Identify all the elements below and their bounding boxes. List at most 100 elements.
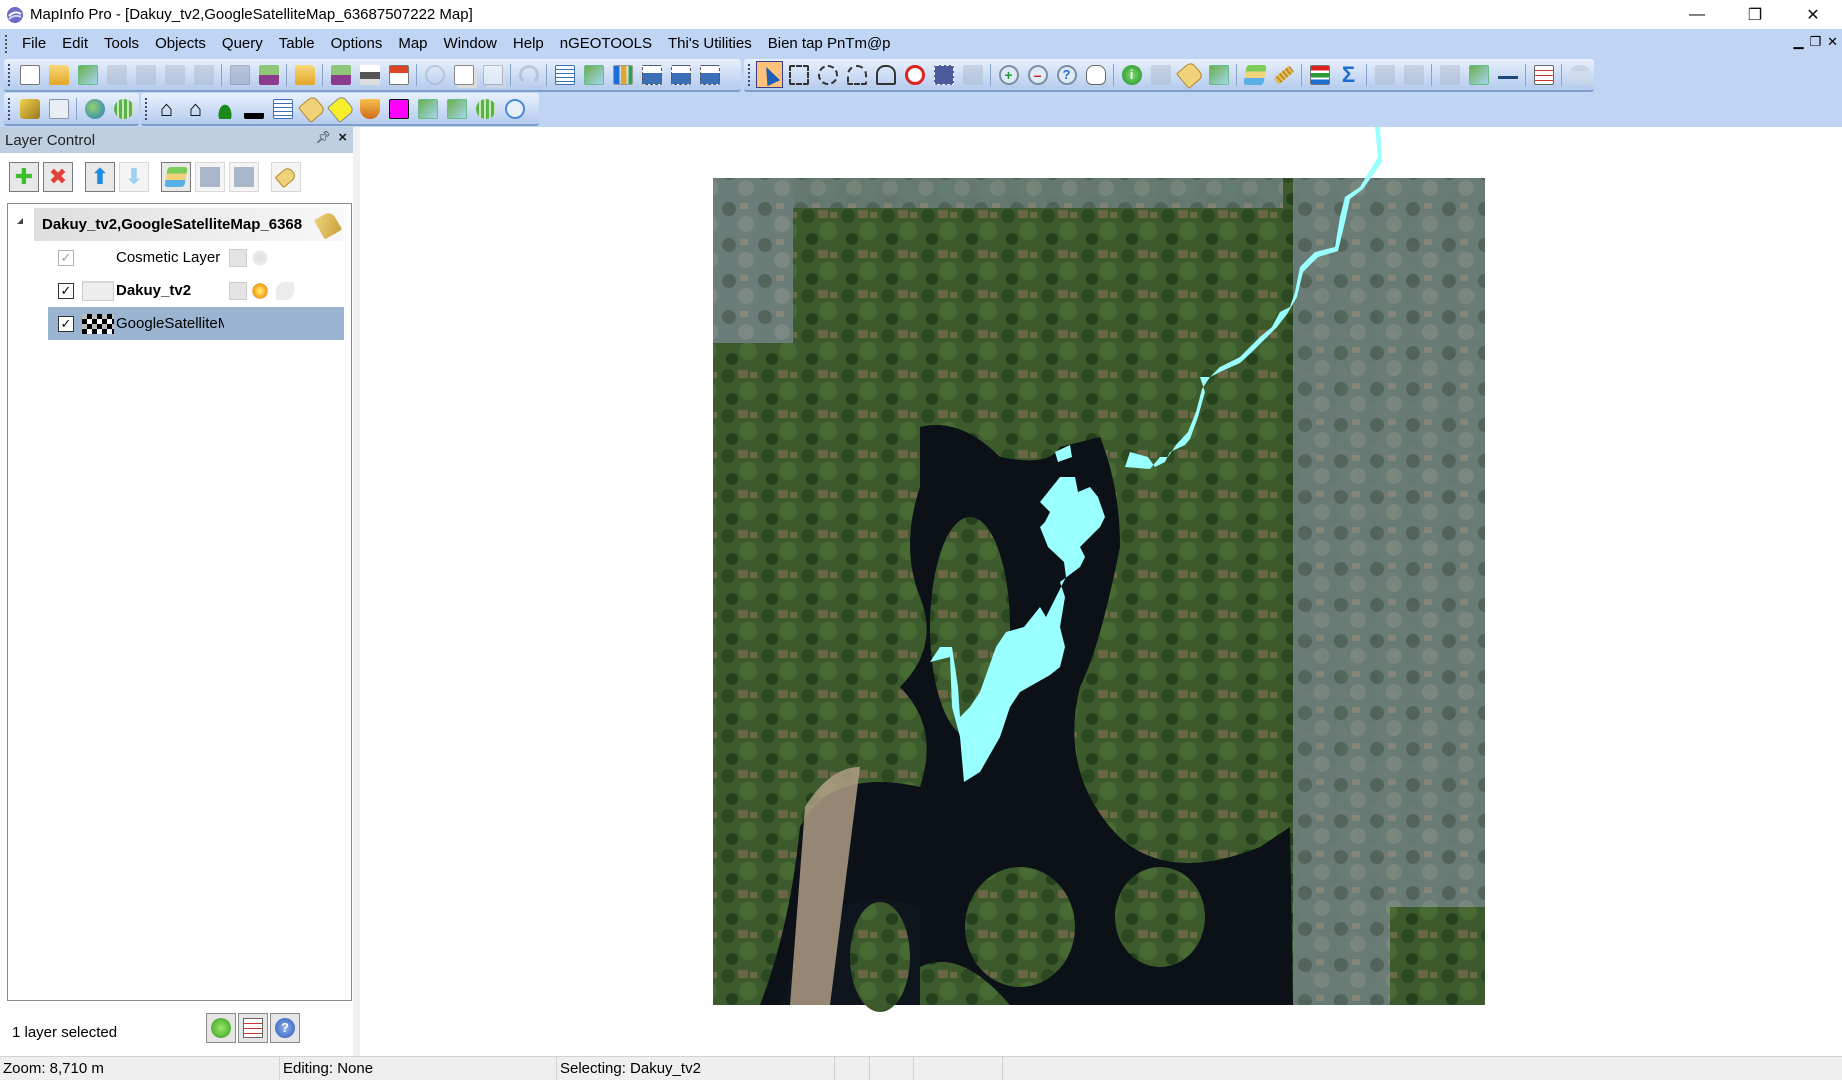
map-group-row[interactable]: Dakuy_tv2,GoogleSatelliteMap_6368 [34,208,344,241]
new-browser-button[interactable] [551,61,578,88]
change-view-button[interactable] [1053,61,1080,88]
new-mapper-button[interactable] [580,61,607,88]
grabber-button[interactable] [1082,61,1109,88]
invert-selection-button[interactable] [930,61,957,88]
menu-objects[interactable]: Objects [147,29,214,58]
new-layout-button[interactable] [638,61,665,88]
menu-window[interactable]: Window [436,29,505,58]
mdi-close-icon[interactable]: ✕ [1827,34,1838,50]
layout-window-button[interactable] [696,61,723,88]
layer-properties-button[interactable] [161,162,191,192]
menu-map[interactable]: Map [390,29,435,58]
minimize-button[interactable]: — [1668,0,1726,29]
house-tool-button[interactable] [153,95,180,122]
selectable-icon[interactable] [251,248,269,267]
globe-green-button[interactable] [472,95,499,122]
collapse-triangle-icon[interactable] [17,218,23,224]
scale-bar-button[interactable] [1494,61,1521,88]
status-selecting[interactable]: Selecting: Dakuy_tv2 [557,1057,835,1080]
menu-options[interactable]: Options [323,29,391,58]
editable-pencil-icon[interactable] [229,248,247,267]
remove-layer-button[interactable]: ✖ [43,162,73,192]
layer-row-dakuy[interactable]: ✓ Dakuy_tv2 [48,274,344,307]
shield-tool-button[interactable] [356,95,383,122]
visibility-checkbox[interactable]: ✓ [58,249,74,266]
menu-edit[interactable]: Edit [54,29,96,58]
polygon-select-button[interactable] [843,61,870,88]
anchor-tool-button[interactable] [240,95,267,122]
tag-tool-button[interactable] [297,94,326,123]
flag-tool-button[interactable] [211,95,238,122]
boundary-select-button[interactable] [872,61,899,88]
set-clip-button[interactable] [1465,61,1492,88]
export-pdf-button[interactable] [385,61,412,88]
globe-button[interactable] [81,95,108,122]
menu-file[interactable]: File [14,29,54,58]
editable-pencil-icon[interactable] [229,281,247,300]
region-style-icon[interactable] [82,280,114,301]
status-editing[interactable]: Editing: None [280,1057,557,1080]
magenta-puzzle-button[interactable] [385,95,412,122]
unselect-all-button[interactable] [901,61,928,88]
map-view-button[interactable] [443,95,470,122]
print-button[interactable] [356,61,383,88]
mdi-minimize-icon[interactable]: ▁ [1793,34,1803,50]
menu-ngeotools[interactable]: nGEOTOOLS [552,29,660,58]
close-button[interactable]: ✕ [1784,0,1842,29]
clip-map-button[interactable] [414,95,441,122]
toolbar-grip[interactable] [748,63,751,86]
open-recent-button[interactable] [291,61,318,88]
menu-bien-tap-pntmap[interactable]: Bien tap PnTm@p [760,29,899,58]
visibility-checkbox[interactable]: ✓ [58,282,74,299]
radius-select-button[interactable] [814,61,841,88]
layer-options-button[interactable] [238,1013,268,1043]
map-window[interactable] [360,127,1842,1056]
map-canvas[interactable] [360,127,1842,1056]
move-layer-up-button[interactable]: ⬆ [85,162,115,192]
open-button[interactable] [45,61,72,88]
menu-help[interactable]: Help [505,29,552,58]
save-copy-button[interactable] [327,61,354,88]
info-tool-button[interactable] [1118,61,1145,88]
menu-query[interactable]: Query [214,29,271,58]
new-grapher-button[interactable] [609,61,636,88]
menu-grip[interactable] [5,34,8,53]
mdi-restore-icon[interactable]: ❐ [1809,34,1821,50]
menu-this-utilities[interactable]: Thi's Utilities [660,29,760,58]
map-grid-button[interactable] [110,95,137,122]
open-workspace-button[interactable] [74,61,101,88]
marquee-select-button[interactable] [785,61,812,88]
layer-control-button[interactable] [1241,61,1268,88]
legend-button[interactable] [1306,61,1333,88]
toolbar-grip[interactable] [145,97,148,120]
panel-close-icon[interactable]: × [338,129,347,146]
layer-row-cosmetic[interactable]: ✓ Cosmetic Layer [48,241,344,274]
save-workspace-button[interactable] [255,61,282,88]
search-rotate-button[interactable] [501,95,528,122]
restore-button[interactable]: ❐ [1726,0,1784,29]
apply-button[interactable] [206,1013,236,1043]
layer-row-google-satellite[interactable]: ✓ GoogleSatelliteMaр [48,307,344,340]
menu-tools[interactable]: Tools [96,29,147,58]
selectable-icon[interactable] [251,281,269,300]
map-properties-icon[interactable] [313,210,343,240]
tool-settings-button[interactable] [45,95,72,122]
label-tag-icon[interactable] [276,281,294,300]
add-layer-button[interactable]: ✚ [9,162,39,192]
menu-table[interactable]: Table [271,29,323,58]
tool-manager-button[interactable] [16,95,43,122]
toolbar-grip[interactable] [8,97,11,120]
zoom-out-button[interactable] [1024,61,1051,88]
ruler-button[interactable] [1270,61,1297,88]
help-button[interactable]: ? [270,1013,300,1043]
drag-map-window-button[interactable] [1205,61,1232,88]
grid-table-button[interactable] [269,95,296,122]
pin-icon[interactable]: 📌︎ [316,130,331,144]
label-tool-button[interactable] [1175,60,1204,89]
toolbar-grip[interactable] [8,63,11,86]
panel-splitter[interactable] [353,127,360,1056]
copy-button[interactable] [450,61,477,88]
select-tool-button[interactable] [756,61,783,88]
zoom-in-button[interactable] [995,61,1022,88]
tag-yellow-button[interactable] [326,94,355,123]
